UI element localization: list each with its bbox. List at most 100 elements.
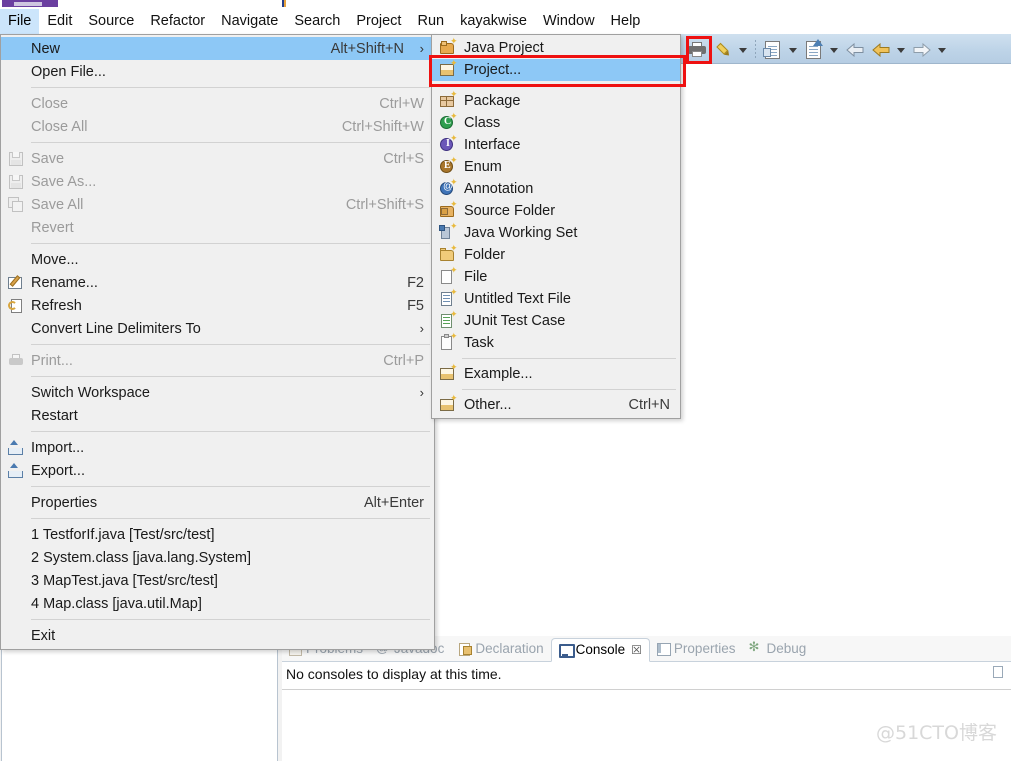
- new-submenu-item-project[interactable]: ✦ Project...: [432, 58, 680, 81]
- file-menu-item-open-file[interactable]: Open File...: [1, 60, 434, 83]
- menu-item-shortcut: Ctrl+S: [383, 150, 424, 167]
- file-menu-item-restart[interactable]: Restart: [1, 404, 434, 427]
- new-submenu-item-java-working-set[interactable]: ✦ Java Working Set: [432, 221, 680, 244]
- new-submenu-item-example[interactable]: ✦ Example...: [432, 362, 680, 386]
- close-icon[interactable]: ☒: [631, 643, 642, 657]
- new-submenu-item-interface[interactable]: ✦ Interface: [432, 133, 680, 156]
- menu-item-shortcut: Alt+Enter: [363, 494, 424, 511]
- file-menu-item-3-maptest-java-test-src-test[interactable]: 3 MapTest.java [Test/src/test]: [1, 569, 434, 592]
- menu-icon-slot: ✦: [432, 362, 464, 386]
- menu-separator: [31, 87, 430, 88]
- menubar-item-project[interactable]: Project: [348, 9, 409, 34]
- chevron-down-icon[interactable]: [935, 36, 950, 62]
- new-submenu-item-other[interactable]: ✦ Other... Ctrl+N: [432, 393, 680, 416]
- java-project-icon: ✦: [440, 36, 458, 56]
- menu-item-label: Close All: [31, 118, 88, 135]
- menu-item-label: Revert: [31, 219, 74, 236]
- menubar-item-help[interactable]: Help: [603, 9, 649, 34]
- menu-icon-slot: [1, 523, 31, 546]
- menubar-item-refactor[interactable]: Refactor: [142, 9, 213, 34]
- menubar-item-run[interactable]: Run: [409, 9, 452, 34]
- menubar-item-search[interactable]: Search: [286, 9, 348, 34]
- new-submenu-item-file[interactable]: ✦ File: [432, 265, 680, 289]
- file-menu-item-switch-workspace[interactable]: Switch Workspace ›: [1, 381, 434, 404]
- document-export-icon[interactable]: [760, 36, 786, 62]
- new-submenu-item-task[interactable]: ✦ Task: [432, 331, 680, 355]
- menu-item-label: Restart: [31, 407, 78, 424]
- file-menu-item-exit[interactable]: Exit: [1, 624, 434, 647]
- menu-separator: [462, 389, 676, 390]
- menu-separator: [31, 142, 430, 143]
- print-toolbar-icon[interactable]: [684, 36, 710, 62]
- menu-item-label: Package: [464, 93, 521, 109]
- menu-icon-slot: ✦: [432, 331, 464, 355]
- menu-item-label: Import...: [31, 439, 85, 456]
- menu-icon-slot: ✦: [432, 177, 464, 201]
- menu-separator: [462, 358, 676, 359]
- menu-icon-slot: [1, 271, 31, 294]
- menubar-item-edit[interactable]: Edit: [39, 9, 80, 34]
- menu-separator: [462, 85, 676, 86]
- file-menu-item-refresh[interactable]: Refresh F5: [1, 294, 434, 317]
- file-menu-item-close-all: Close All Ctrl+Shift+W: [1, 115, 434, 138]
- new-submenu-item-java-project[interactable]: ✦ Java Project: [432, 36, 680, 59]
- menubar-item-window[interactable]: Window: [535, 9, 603, 34]
- menu-item-label: Properties: [31, 494, 98, 511]
- new-submenu-item-enum[interactable]: ✦ Enum: [432, 155, 680, 178]
- document-import-icon[interactable]: [801, 36, 827, 62]
- new-submenu-item-untitled-text-file[interactable]: ✦ Untitled Text File: [432, 287, 680, 311]
- new-submenu-item-annotation[interactable]: ✦ Annotation: [432, 177, 680, 201]
- menu-item-shortcut: Ctrl+P: [383, 352, 424, 369]
- menu-item-label: Example...: [464, 366, 533, 382]
- properties-icon: [656, 642, 671, 656]
- chevron-down-icon[interactable]: [894, 36, 909, 62]
- tab-declaration[interactable]: Declaration: [451, 637, 550, 661]
- new-submenu-item-junit-test-case[interactable]: ✦ JUnit Test Case: [432, 309, 680, 332]
- menubar-item-source[interactable]: Source: [80, 9, 142, 34]
- menu-item-label: Enum: [464, 159, 502, 175]
- menubar-item-kayakwise[interactable]: kayakwise: [452, 9, 535, 34]
- file-menu-item-move[interactable]: Move...: [1, 248, 434, 271]
- tab-properties[interactable]: Properties: [650, 637, 743, 661]
- new-submenu-item-package[interactable]: ✦ Package: [432, 89, 680, 112]
- menu-icon-slot: ✦: [432, 265, 464, 289]
- folder-icon: ✦: [440, 243, 458, 263]
- file-menu-item-2-system-class-java-lang-system[interactable]: 2 System.class [java.lang.System]: [1, 546, 434, 569]
- menu-item-label: New: [31, 40, 61, 57]
- menu-item-label: File: [464, 269, 488, 285]
- file-menu-item-save: Save Ctrl+S: [1, 147, 434, 170]
- console-scroll-button[interactable]: [993, 666, 1003, 678]
- file-menu-item-properties[interactable]: Properties Alt+Enter: [1, 491, 434, 514]
- forward-arrow-icon[interactable]: [909, 36, 935, 62]
- pencil-toolbar-icon[interactable]: [710, 36, 736, 62]
- tab-debug[interactable]: Debug: [742, 637, 813, 661]
- menu-item-label: Save All: [31, 196, 84, 213]
- file-menu-item-rename[interactable]: Rename... F2: [1, 271, 434, 294]
- file-menu-item-export[interactable]: Export...: [1, 459, 434, 482]
- tab-console[interactable]: Console ☒: [550, 638, 650, 662]
- file-menu-item-4-map-class-java-util-map[interactable]: 4 Map.class [java.util.Map]: [1, 592, 434, 615]
- console-body[interactable]: No consoles to display at this time.: [282, 662, 1011, 761]
- menu-icon-slot: ✦: [432, 111, 464, 135]
- file-menu-item-import[interactable]: Import...: [1, 436, 434, 459]
- console-icon: [558, 643, 575, 658]
- app-logo-icon: [2, 0, 58, 7]
- new-submenu-item-class[interactable]: ✦ Class: [432, 111, 680, 135]
- toolbar-icon-group: [684, 34, 950, 63]
- new-submenu-item-folder[interactable]: ✦ Folder: [432, 243, 680, 266]
- menu-item-label: 4 Map.class [java.util.Map]: [31, 595, 202, 612]
- menu-icon-slot: ✦: [432, 287, 464, 311]
- new-submenu-item-source-folder[interactable]: ✦ Source Folder: [432, 199, 680, 222]
- file-menu-item-convert-line-delimiters-to[interactable]: Convert Line Delimiters To ›: [1, 317, 434, 340]
- menubar-item-file[interactable]: File: [0, 8, 40, 34]
- back-arrow-yellow-icon[interactable]: [868, 36, 894, 62]
- back-arrow-icon[interactable]: [842, 36, 868, 62]
- chevron-down-icon[interactable]: [827, 36, 842, 62]
- left-view-pane[interactable]: [1, 636, 278, 761]
- chevron-down-icon[interactable]: [786, 36, 801, 62]
- chevron-down-icon[interactable]: [736, 36, 751, 62]
- print-icon: [8, 353, 24, 369]
- menubar-item-navigate[interactable]: Navigate: [213, 9, 286, 34]
- file-menu-item-1-testforif-java-test-src-test[interactable]: 1 TestforIf.java [Test/src/test]: [1, 523, 434, 546]
- file-menu-item-new[interactable]: New Alt+Shift+N ›: [1, 37, 434, 60]
